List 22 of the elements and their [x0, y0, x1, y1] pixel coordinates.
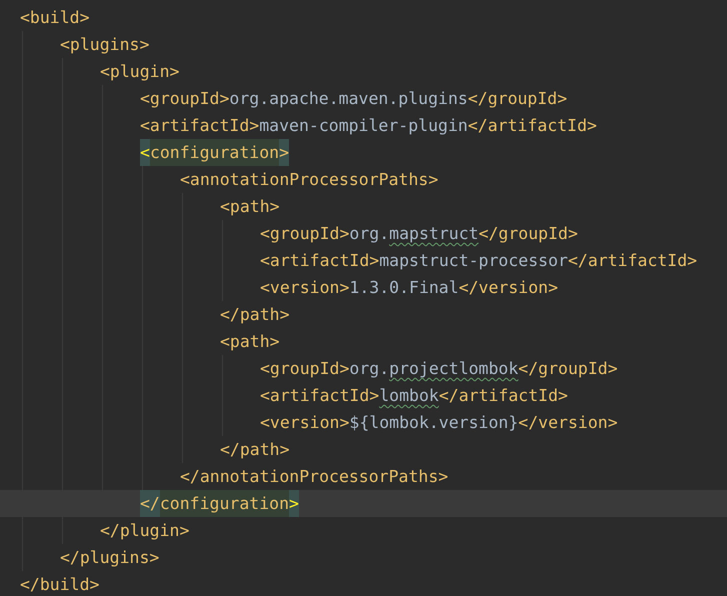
code-line: <version>${lombok.version}</version> [260, 412, 618, 434]
code-line: <annotationProcessorPaths> [180, 169, 438, 191]
code-line: </path> [220, 304, 290, 326]
code-line: </path> [220, 439, 290, 461]
code-line: </annotationProcessorPaths> [180, 466, 448, 488]
code-line: <artifactId>lombok</artifactId> [260, 385, 568, 407]
code-line: <path> [220, 331, 280, 353]
code-line: <artifactId>maven-compiler-plugin</artifactId> [140, 115, 597, 137]
code-line: <version>1.3.0.Final</version> [260, 277, 558, 299]
code-line: <build> [20, 7, 90, 29]
code-line: </build> [20, 574, 100, 596]
code-line: <configuration> [140, 139, 290, 166]
code-line: <plugins> [60, 34, 150, 56]
code-line: <plugin> [100, 61, 180, 83]
code-line: </configuration> [140, 490, 299, 517]
code-line: <groupId>org.apache.maven.plugins</groupId> [140, 88, 568, 110]
code-line: <groupId>org.mapstruct</groupId> [260, 223, 578, 245]
code-line: <artifactId>mapstruct-processor</artifactId> [260, 250, 698, 272]
code-line: </plugin> [100, 520, 190, 542]
code-line: <path> [220, 196, 280, 218]
code-line: <groupId>org.projectlombok</groupId> [260, 358, 618, 380]
code-line: </plugins> [60, 547, 160, 569]
